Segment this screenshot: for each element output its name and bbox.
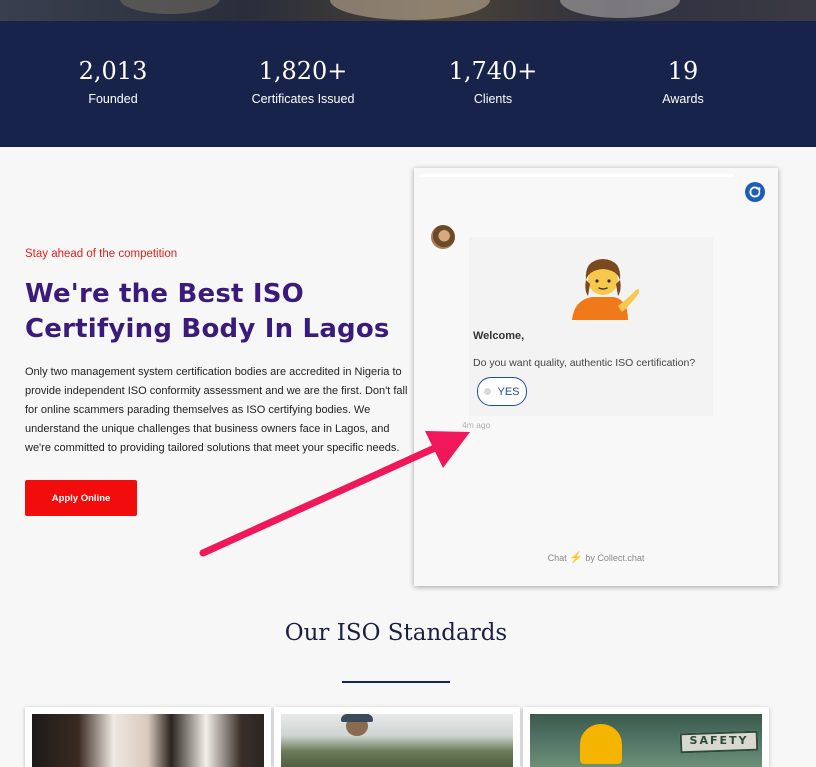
card-image: [281, 714, 513, 767]
safety-sign-text: SAFETY: [689, 734, 749, 747]
card-image: [32, 714, 264, 767]
stat-label: Awards: [662, 92, 704, 106]
headline-line-1: We're the Best ISO: [25, 279, 304, 309]
stat-founded: 2,013 Founded: [23, 57, 203, 106]
paragraph-line: Only two management system certification…: [25, 366, 402, 378]
intro-paragraph: Only two management system certification…: [25, 363, 410, 458]
lightning-icon: ⚡: [569, 552, 583, 564]
yes-option-button[interactable]: YES: [477, 377, 527, 406]
section-divider: [342, 681, 450, 683]
chat-welcome-text: Welcome,: [473, 330, 525, 342]
chat-question-text: Do you want quality, authentic ISO certi…: [473, 357, 696, 369]
stat-label: Founded: [88, 92, 138, 106]
stat-clients: 1,740+ Clients: [403, 57, 583, 106]
standard-card[interactable]: [25, 707, 271, 767]
radio-dot-icon: [484, 388, 492, 395]
apply-online-button[interactable]: Apply Online: [25, 480, 137, 516]
stat-label: Clients: [473, 92, 513, 106]
paragraph-line: for online scammers parading themselves …: [25, 404, 371, 416]
bot-avatar: [431, 225, 455, 249]
section-title: Our ISO Standards: [284, 620, 508, 646]
headline-line-2: Certifying Body In Lagos: [25, 314, 390, 344]
powered-suffix: by Collect.chat: [585, 553, 645, 563]
stat-value: 2,013: [78, 57, 148, 85]
refresh-icon[interactable]: [745, 182, 765, 202]
paragraph-line: understand the unique challenges that bu…: [25, 423, 390, 435]
tagline: Stay ahead of the competition: [25, 248, 178, 260]
stat-value: 1,740+: [448, 57, 538, 85]
standard-card[interactable]: SAFETY: [523, 707, 769, 767]
person-tipping-hand-icon: [562, 250, 642, 320]
chat-widget: Welcome, Do you want quality, authentic …: [414, 168, 778, 586]
stat-label: Certificates Issued: [251, 92, 355, 106]
chat-progress-line: [420, 174, 734, 177]
page-headline: We're the Best ISO Certifying Body In La…: [25, 277, 425, 347]
paragraph-line: we're committed to providing tailored so…: [25, 442, 400, 454]
stat-certificates: 1,820+ Certificates Issued: [213, 57, 393, 106]
stat-value: 1,820+: [258, 57, 348, 85]
powered-by[interactable]: Chat ⚡ by Collect.chat: [414, 551, 778, 564]
powered-prefix: Chat: [547, 553, 567, 563]
card-image: SAFETY: [530, 714, 762, 767]
paragraph-line: provide independent ISO conformity asses…: [25, 385, 408, 397]
stat-awards: 19 Awards: [593, 57, 773, 106]
standard-card[interactable]: [274, 707, 520, 767]
yes-option-label: YES: [497, 385, 520, 398]
stat-value: 19: [667, 57, 699, 85]
hero-image: [0, 0, 816, 21]
stats-band: 2,013 Founded 1,820+ Certificates Issued…: [0, 21, 816, 147]
message-timestamp: 4m ago: [462, 420, 491, 430]
chat-message-bubble: Welcome, Do you want quality, authentic …: [469, 237, 713, 416]
